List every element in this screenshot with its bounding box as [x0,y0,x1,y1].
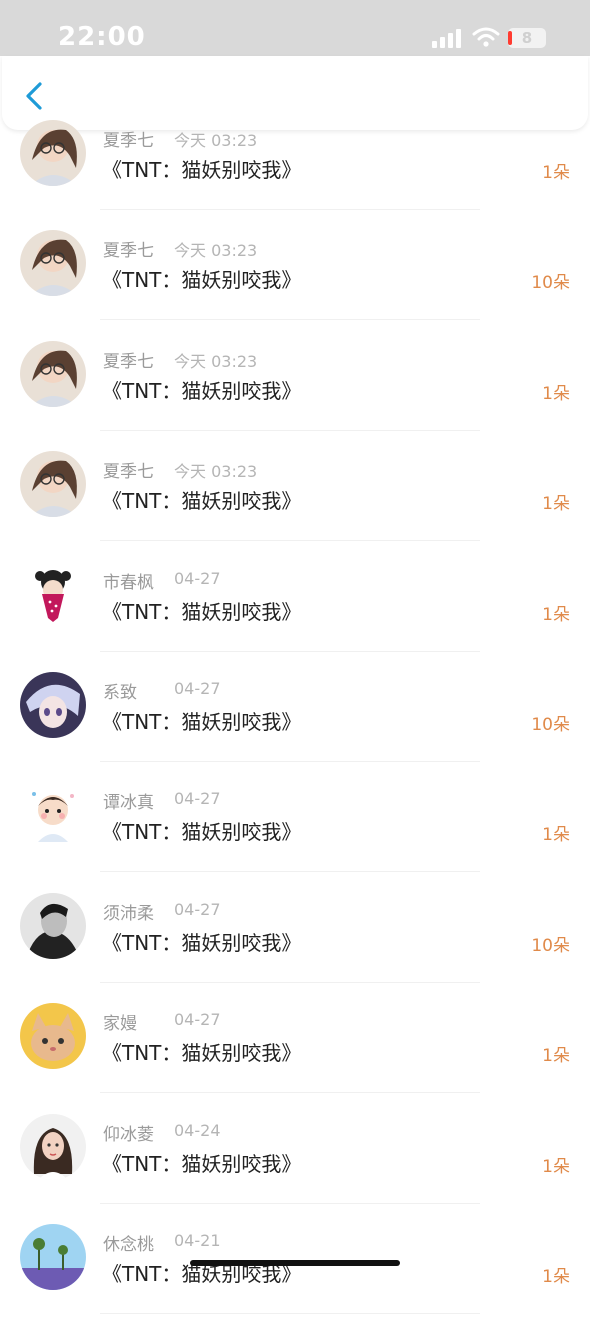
user-name: 夏季七 [103,462,154,483]
timestamp: 今天 03:23 [174,462,258,482]
list-item[interactable]: 须沛柔 04-27 《TNT：猫妖别咬我》 10朵 [0,885,590,995]
list-item[interactable]: 夏季七 今天 03:23 《TNT：猫妖别咬我》 1朵 [0,443,590,553]
anime-avatar[interactable] [20,672,86,738]
book-title: 《TNT：猫妖别咬我》 [102,599,302,624]
book-title: 《TNT：猫妖别咬我》 [102,268,302,293]
row-divider [100,761,480,762]
man-portrait-avatar[interactable] [20,892,86,959]
timestamp: 04-24 [174,1120,221,1140]
gift-count: 1朵 [542,494,570,515]
book-title: 《TNT：猫妖别咬我》 [102,710,302,734]
cat-avatar[interactable] [20,1003,86,1070]
list-item[interactable]: 系致 04-27 《TNT：猫妖别咬我》 10朵 [0,664,590,774]
book-title: 《TNT：猫妖别咬我》 [102,930,302,955]
status-bar: 22:00 8 [0,0,590,56]
timestamp: 今天 03:23 [174,241,258,261]
list-item[interactable]: 市春枫 04-27 《TNT：猫妖别咬我》 1朵 [0,554,590,664]
landscape-avatar[interactable] [20,1224,86,1290]
gift-count: 1朵 [542,1046,570,1067]
timestamp: 04-27 [174,789,221,809]
cartoon-boy-avatar[interactable] [20,782,86,849]
gift-count: 1朵 [542,1156,570,1177]
gift-count: 10朵 [531,935,570,956]
list-item[interactable]: 谭冰真 04-27 《TNT：猫妖别咬我》 1朵 [0,774,590,884]
user-name: 仰冰菱 [103,1124,154,1145]
row-divider [100,209,480,210]
user-name: 市春枫 [103,572,154,593]
girl-photo-avatar[interactable] [20,340,86,407]
book-title: 《TNT：猫妖别咬我》 [102,489,302,514]
gift-count: 1朵 [542,383,570,404]
user-name: 夏季七 [103,241,154,262]
row-divider [100,1313,480,1314]
timestamp: 04-21 [174,1231,221,1250]
book-title: 《TNT：猫妖别咬我》 [102,378,302,403]
row-divider [100,650,480,652]
timestamp: 04-27 [174,1010,221,1030]
user-name: 家嫚 [103,1014,137,1035]
book-title: 《TNT：猫妖别咬我》 [102,1041,302,1066]
user-name: 夏季七 [103,131,154,151]
gift-count: 10朵 [531,273,570,294]
row-divider [100,1202,480,1204]
book-title: 《TNT：猫妖别咬我》 [102,158,302,182]
gift-count: 1朵 [542,163,570,183]
row-divider [100,540,480,542]
timestamp: 今天 03:23 [174,131,258,150]
list-item[interactable]: 家嫚 04-27 《TNT：猫妖别咬我》 1朵 [0,995,590,1105]
list-item[interactable]: 仰冰菱 04-24 《TNT：猫妖别咬我》 1朵 [0,1106,590,1216]
timestamp: 04-27 [174,679,221,698]
row-divider [100,1092,480,1094]
gift-count: 1朵 [542,825,570,846]
user-name: 须沛柔 [103,903,154,924]
user-name: 系致 [103,683,137,703]
girl-photo-avatar[interactable] [20,451,86,518]
battery-level: 8 [521,29,533,47]
user-name: 夏季七 [103,351,154,372]
row-divider [100,981,480,983]
gift-count: 1朵 [542,604,570,625]
book-title: 《TNT：猫妖别咬我》 [102,1151,302,1176]
list-item[interactable]: 夏季七 今天 03:23 《TNT：猫妖别咬我》 10朵 [0,222,590,332]
status-time: 22:00 [58,22,146,52]
user-name: 谭冰真 [103,793,154,814]
chevron-left-icon[interactable] [20,80,50,112]
timestamp: 04-27 [174,568,221,588]
row-divider [100,319,480,321]
timestamp: 今天 03:23 [174,351,258,371]
girl-photo-avatar[interactable] [20,230,86,297]
list-item[interactable]: 夏季七 今天 03:23 《TNT：猫妖别咬我》 1朵 [0,112,590,222]
girl-photo-avatar[interactable] [20,120,86,186]
timestamp: 04-27 [174,899,221,919]
row-divider [100,871,480,873]
woman-portrait-avatar[interactable] [20,1113,86,1180]
masked-figure-avatar[interactable] [20,561,86,628]
list-item[interactable]: 夏季七 今天 03:23 《TNT：猫妖别咬我》 1朵 [0,333,590,443]
gift-count: 1朵 [542,1267,570,1287]
home-indicator [190,1260,400,1266]
signal-icon [432,28,462,48]
book-title: 《TNT：猫妖别咬我》 [102,820,302,845]
row-divider [100,429,480,431]
wifi-icon [472,27,500,47]
battery-icon: 8 [508,28,546,48]
gift-count: 10朵 [531,715,570,735]
user-name: 休念桃 [103,1235,154,1255]
list-item[interactable]: 休念桃 04-21 《TNT：猫妖别咬我》 1朵 [0,1216,590,1326]
